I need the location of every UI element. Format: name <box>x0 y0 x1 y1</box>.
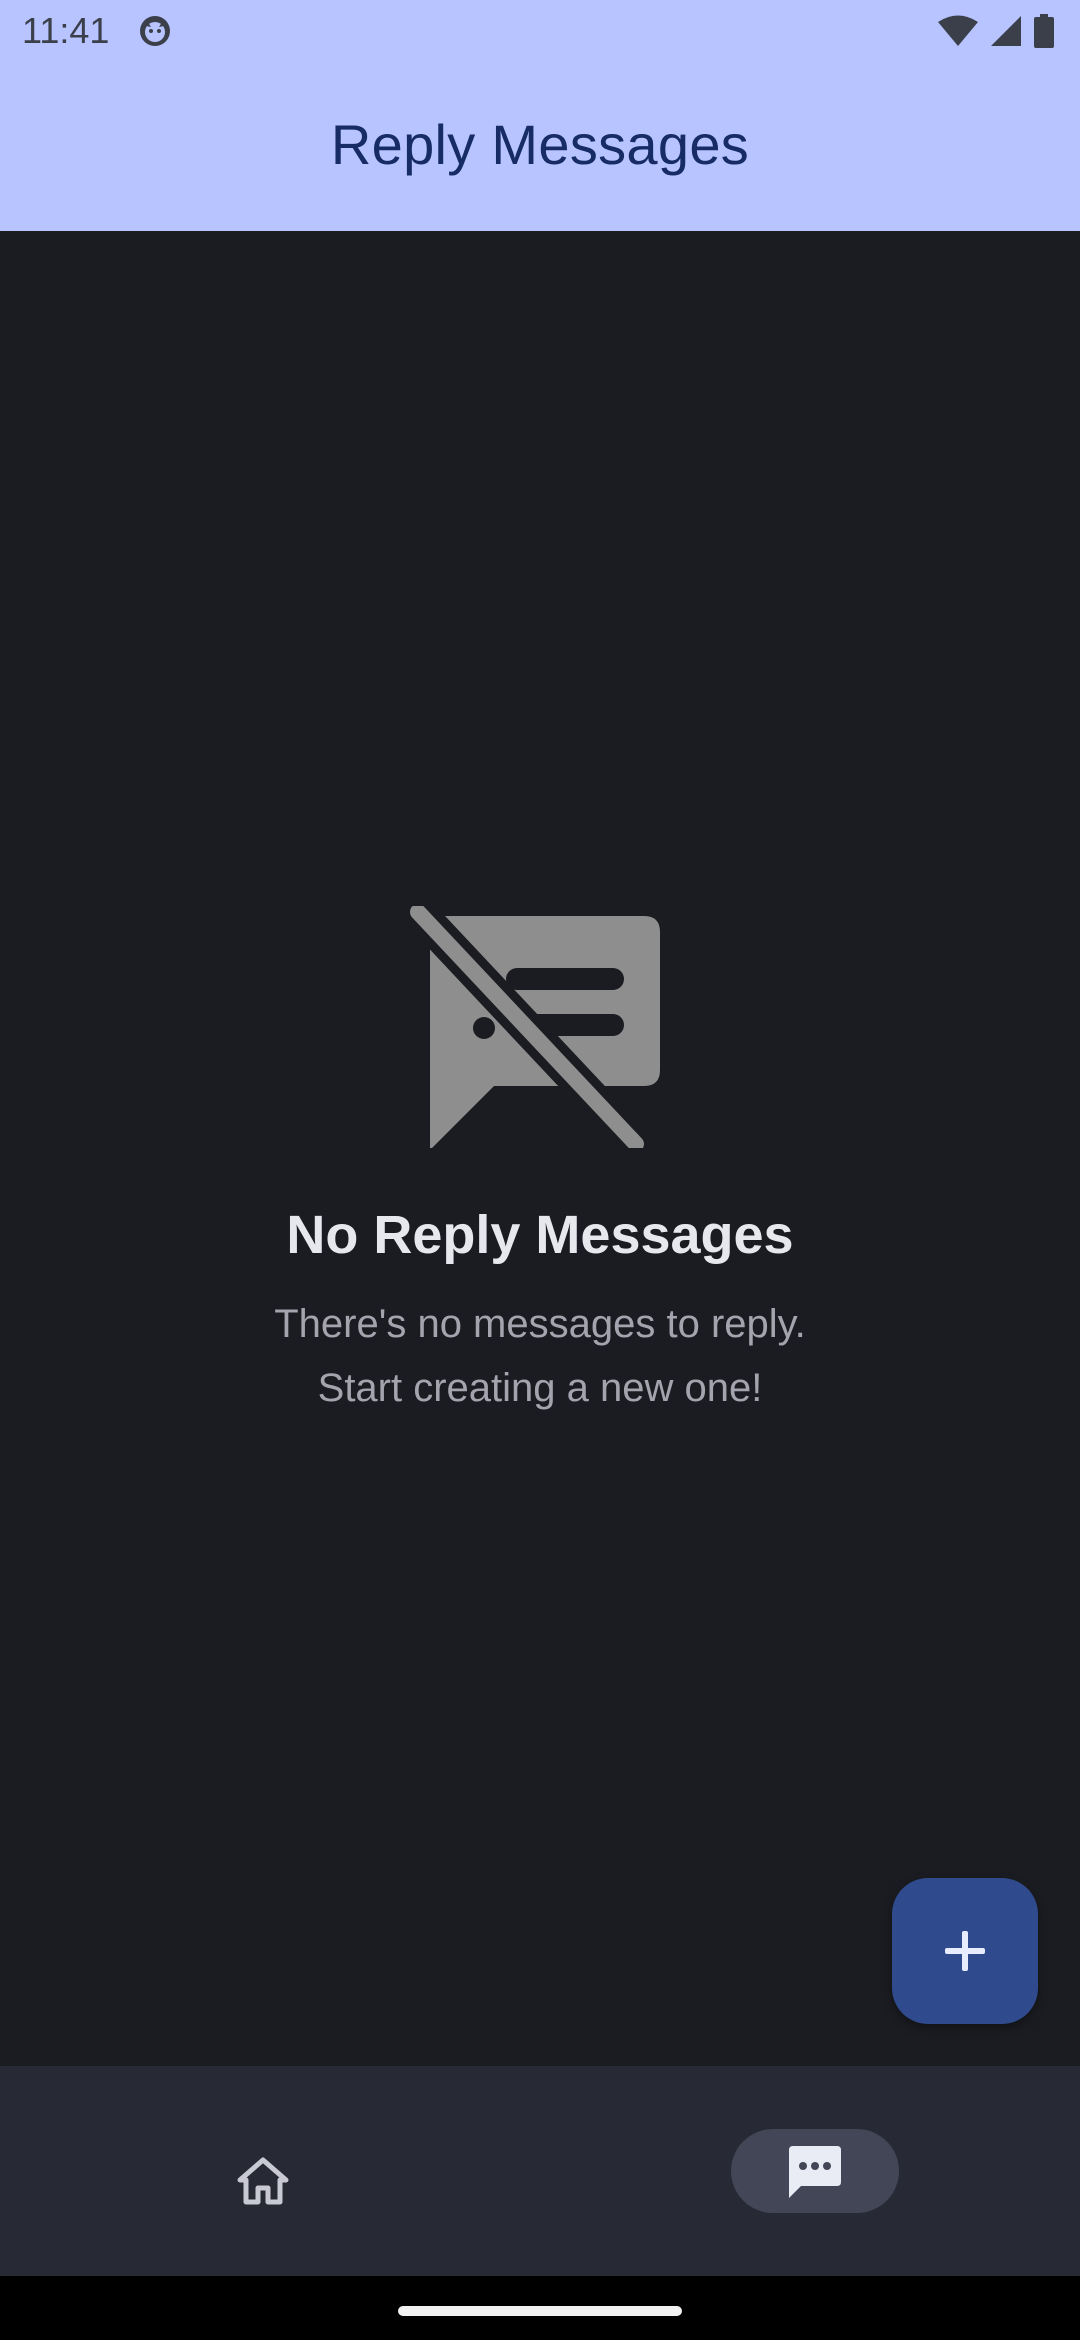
empty-state-title: No Reply Messages <box>286 1205 794 1265</box>
empty-state-line-1: There's no messages to reply. <box>274 1302 806 1346</box>
status-time: 11:41 <box>22 10 110 51</box>
system-navigation-bar <box>0 2276 1080 2340</box>
bottom-navigation <box>0 2066 1080 2276</box>
screen: 11:41 Reply Messages No Reply Messages T… <box>0 0 1080 2340</box>
message-icon <box>789 2146 841 2198</box>
cell-signal-icon <box>991 16 1021 46</box>
gesture-handle[interactable] <box>398 2306 682 2316</box>
nav-item-home[interactable] <box>220 2146 306 2216</box>
status-bar: 11:41 <box>0 0 1080 64</box>
top-app-area: 11:41 Reply Messages <box>0 0 1080 231</box>
empty-state-line-2: Start creating a new one! <box>317 1366 763 1410</box>
plus-icon <box>945 1931 985 1971</box>
status-icons <box>938 14 1054 48</box>
home-icon <box>237 2157 289 2205</box>
wifi-icon <box>938 15 978 46</box>
notification-cat-icon <box>140 16 170 46</box>
battery-icon <box>1034 14 1054 48</box>
page-title: Reply Messages <box>330 113 750 176</box>
empty-state-description: There's no messages to reply. Start crea… <box>0 1292 1080 1420</box>
nav-item-messages[interactable] <box>731 2129 899 2213</box>
add-message-button[interactable] <box>892 1878 1038 2024</box>
message-off-icon <box>410 906 660 1148</box>
